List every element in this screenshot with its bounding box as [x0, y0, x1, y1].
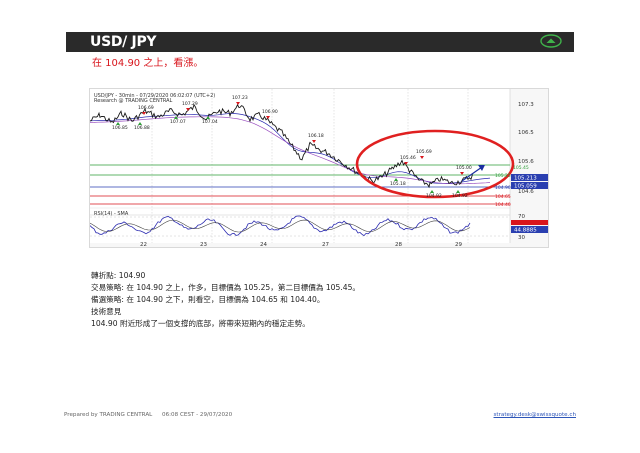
price-axis-label: 104.6 [518, 189, 534, 195]
rsi-tick: 30 [518, 235, 525, 241]
annotation-label: 107.23 [232, 95, 248, 101]
annotation-label: 106.85 [112, 125, 128, 131]
email-link[interactable]: strategy.desk@swissquote.ch [494, 410, 576, 420]
price-axis-label: 105.6 [518, 159, 534, 165]
technical-title: 技術意見 [91, 307, 122, 316]
time-tick: 24 [260, 242, 267, 247]
level-label: 104.40 [495, 202, 511, 208]
rsi-plot-area [90, 209, 510, 243]
headline: 在 104.90 之上，看漲。 [92, 58, 204, 69]
rsi-tick: 70 [518, 214, 525, 220]
rsi-label: RSI(14) - SMA [94, 211, 129, 217]
alternative-line: 備選策略: 在 104.90 之下，則看空，目標價為 104.65 和 104.… [91, 295, 325, 304]
annotation-label: 106.88 [134, 125, 150, 131]
annotation-label: 105.46 [400, 155, 416, 161]
chart-info-line-2: Research @ TRADING CENTRAL [94, 98, 173, 104]
annotation-label: 106.69 [138, 105, 154, 111]
time-tick: 27 [322, 242, 329, 247]
level-label: 104.90 [495, 185, 511, 191]
price-axis-label: 107.3 [518, 102, 534, 108]
time-tick: 23 [200, 242, 207, 247]
time-tick: 29 [455, 242, 462, 247]
footer: Prepared by TRADING CENTRAL 06:08 CEST -… [64, 410, 576, 420]
strategy-line: 交易策略: 在 104.90 之上，作多，目標價為 105.25，第二目標價為 … [91, 283, 360, 292]
annotation-label: 106.90 [262, 109, 278, 115]
time-tick: 28 [395, 242, 402, 247]
footer-timestamp: 06:08 CEST - 29/07/2020 [162, 412, 233, 418]
header-bar: USD/ JPY [66, 32, 574, 52]
technical-text: 104.90 附近形成了一個支撐的底部，將帶來短期內的穩定走勢。 [91, 319, 310, 328]
annotation-label: 104.92 [452, 193, 468, 199]
annotation-label: 106.18 [308, 133, 324, 139]
level-label: 104.65 [495, 194, 511, 200]
rsi-value: 44.8885 [514, 228, 537, 234]
analysis-text: 轉折點: 104.90 交易策略: 在 104.90 之上，作多，目標價為 10… [91, 270, 551, 330]
page-title: USD/ JPY [90, 34, 157, 50]
prepared-by: Prepared by TRADING CENTRAL [64, 412, 153, 418]
price-axis-label: 106.5 [518, 130, 534, 136]
annotation-label: 105.00 [456, 165, 472, 171]
level-label: 105.25 [495, 173, 511, 179]
pivot-line: 轉折點: 104.90 [91, 271, 146, 280]
annotation-label: 107.04 [202, 119, 218, 125]
level-label: 105.45 [513, 165, 529, 171]
current-price-label: 105.213 [514, 176, 537, 182]
time-tick: 22 [140, 242, 147, 247]
annotation-label: 107.07 [170, 119, 186, 125]
annotation-label: 104.92 [426, 193, 442, 199]
chevron-up-circle-icon[interactable] [540, 34, 562, 48]
price-axis: 107.3 106.5 105.6 105.213 105.059 104.6 [511, 102, 548, 195]
annotation-label: 105.18 [390, 181, 406, 187]
annotation-label: 105.69 [416, 149, 432, 155]
price-chart: USD/JPY - 30min - 07/29/2020 06:02:07 (U… [89, 88, 549, 248]
annotation-label: 107.29 [182, 101, 198, 107]
chart-canvas: USD/JPY - 30min - 07/29/2020 06:02:07 (U… [90, 89, 548, 247]
